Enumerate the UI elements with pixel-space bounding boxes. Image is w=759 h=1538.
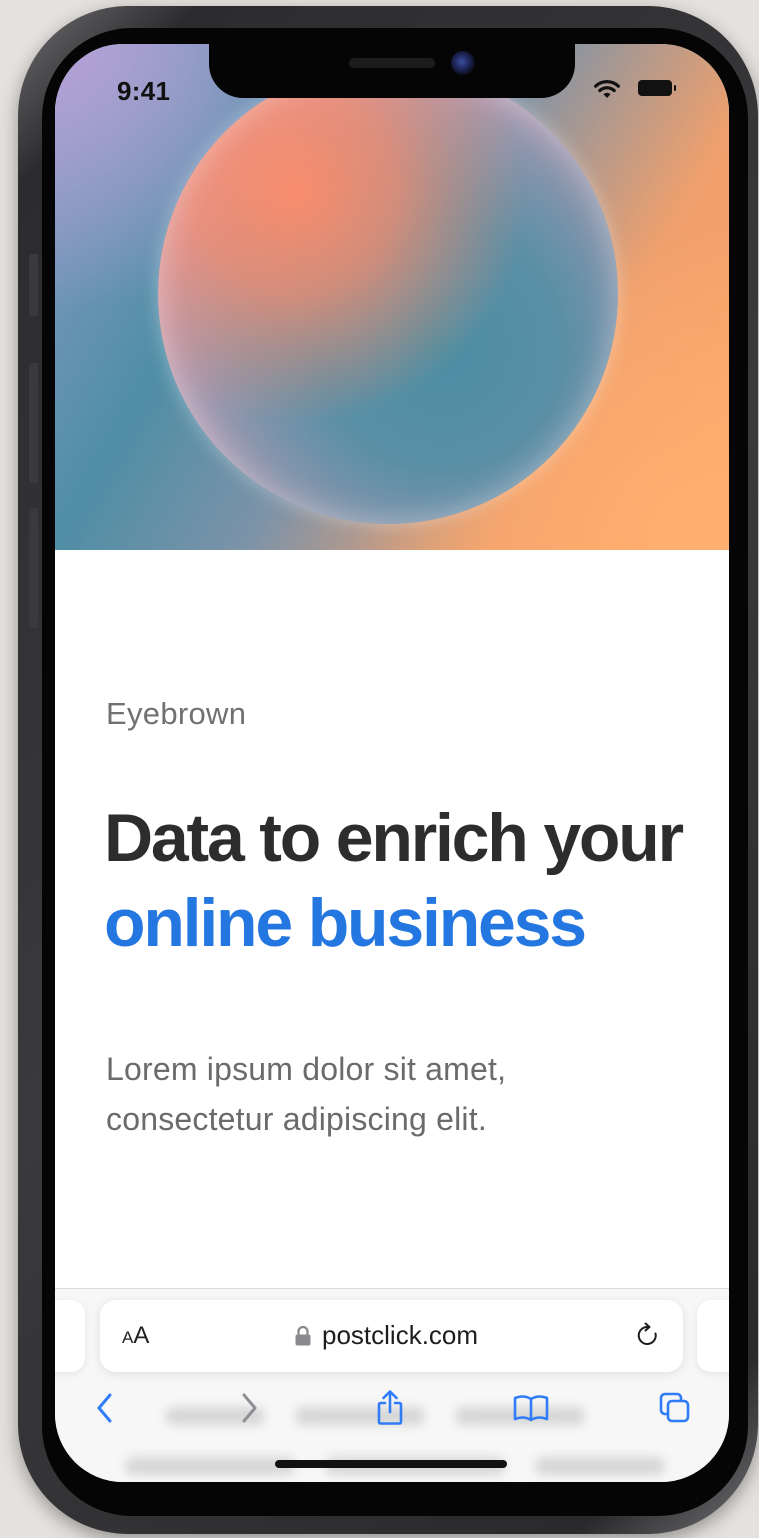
text-size-large-a: A xyxy=(133,1322,150,1349)
forward-button[interactable] xyxy=(229,1388,269,1428)
browser-nav-bar xyxy=(55,1384,729,1436)
screen: 9:41 Eyebrown Data to enrich your online… xyxy=(55,44,729,1482)
tabs-icon xyxy=(659,1392,690,1423)
eyebrow-label: Eyebrown xyxy=(106,696,247,731)
back-button[interactable] xyxy=(85,1388,125,1428)
previous-tab-peek[interactable] xyxy=(55,1300,85,1372)
hero-image xyxy=(55,44,729,550)
address-bar[interactable]: AA postclick.com xyxy=(100,1300,683,1372)
headline: Data to enrich your online business xyxy=(104,796,704,966)
text-size-small-a: A xyxy=(122,1328,134,1347)
volume-down-button xyxy=(29,508,38,628)
share-button[interactable] xyxy=(370,1388,410,1428)
home-indicator[interactable] xyxy=(275,1460,507,1468)
bookmarks-button[interactable] xyxy=(511,1388,551,1428)
status-time: 9:41 xyxy=(117,76,171,106)
bookmarks-icon xyxy=(513,1395,549,1422)
share-icon xyxy=(377,1390,403,1425)
lock-icon xyxy=(295,1325,311,1345)
body-text: Lorem ipsum dolor sit amet, consectetur … xyxy=(106,1051,507,1137)
front-camera xyxy=(451,51,475,75)
url-display[interactable]: postclick.com xyxy=(294,1320,478,1351)
notch xyxy=(209,44,575,98)
url-text: postclick.com xyxy=(322,1320,479,1350)
reload-icon[interactable] xyxy=(634,1320,662,1350)
blurred-content xyxy=(535,1457,665,1475)
headline-accent: online business xyxy=(104,885,587,961)
text-size-button[interactable]: AA xyxy=(122,1322,149,1350)
speaker-grille xyxy=(349,58,435,68)
wifi-icon xyxy=(594,80,620,98)
headline-text: Data to enrich your xyxy=(104,800,684,876)
next-tab-peek[interactable] xyxy=(697,1300,729,1372)
forward-icon xyxy=(242,1393,257,1423)
volume-up-button xyxy=(29,363,38,483)
back-icon xyxy=(97,1393,112,1423)
battery-icon xyxy=(638,80,676,96)
blurred-content xyxy=(125,1457,295,1475)
gradient-sphere xyxy=(158,64,618,524)
tabs-button[interactable] xyxy=(655,1388,695,1428)
mute-switch xyxy=(29,254,38,316)
